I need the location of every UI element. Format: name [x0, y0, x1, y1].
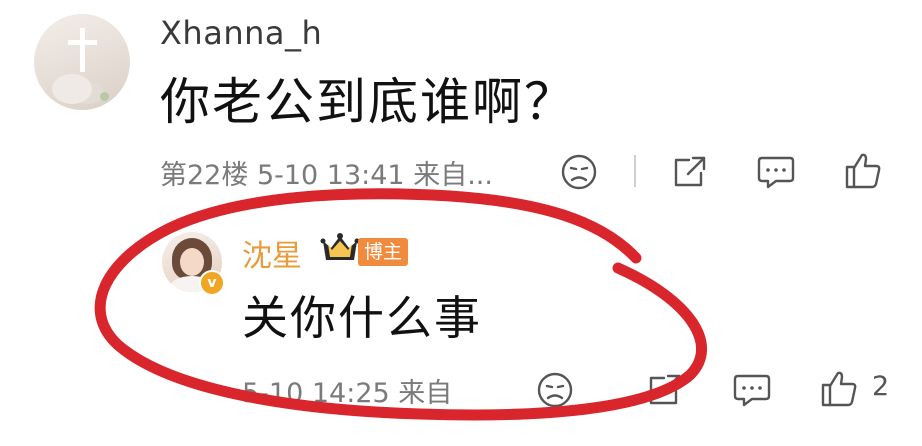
reply-username[interactable]: 沈星: [242, 231, 302, 275]
like-icon[interactable]: [820, 369, 858, 409]
comment-username[interactable]: Xhanna_h: [160, 14, 322, 52]
action-divider: [634, 155, 636, 187]
like-count: 2: [872, 371, 890, 402]
comment-icon[interactable]: [732, 371, 772, 409]
avatar-leaf: [100, 92, 109, 101]
reply-meta: 5-10 14:25 来自: [242, 378, 453, 409]
share-icon[interactable]: [646, 371, 684, 409]
sad-emoji-icon[interactable]: [536, 371, 574, 409]
avatar-flowers: [52, 74, 92, 104]
avatar-face: [180, 248, 204, 276]
crown-icon: [320, 232, 360, 270]
comment-icon[interactable]: [756, 153, 796, 191]
avatar-cross-vertical: [80, 28, 85, 72]
verified-badge: v: [199, 270, 225, 296]
reply-text: 关你什么事: [242, 291, 482, 345]
sad-emoji-icon[interactable]: [560, 153, 598, 191]
like-icon[interactable]: [844, 151, 882, 191]
user-avatar[interactable]: [34, 14, 130, 110]
comment-meta: 第22楼 5-10 13:41 来自...: [160, 160, 493, 191]
comment-text: 你老公到底谁啊？: [160, 73, 576, 131]
blogger-badge: 博主: [358, 238, 409, 266]
share-icon[interactable]: [671, 153, 709, 191]
avatar-cross-horizontal: [68, 40, 97, 45]
